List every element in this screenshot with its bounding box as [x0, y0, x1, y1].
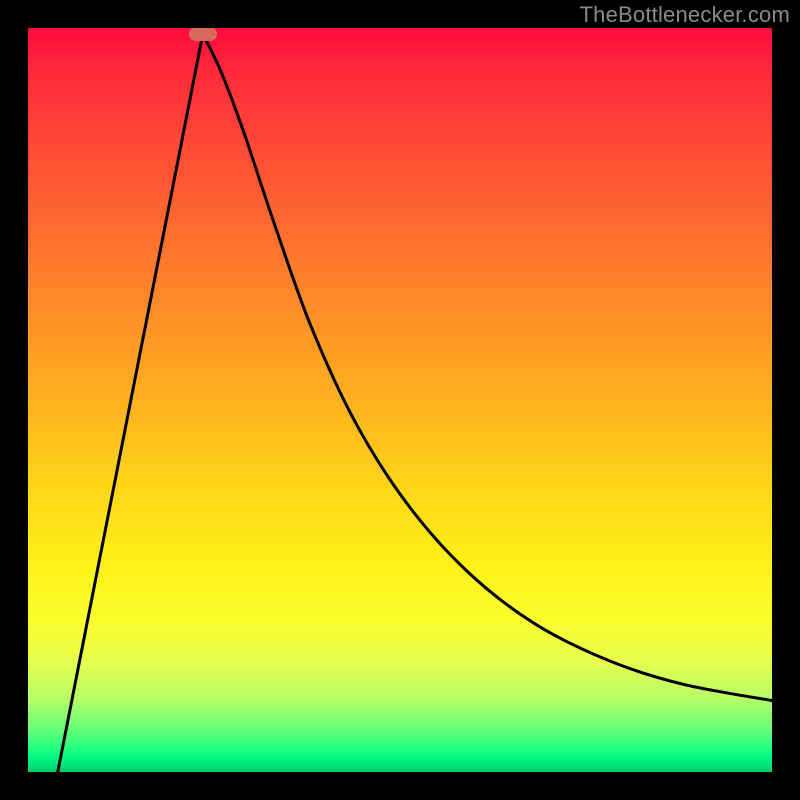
chart-frame: TheBottlenecker.com — [0, 0, 800, 800]
plot-area — [28, 28, 772, 772]
bottleneck-curve — [28, 28, 772, 772]
watermark-text: TheBottlenecker.com — [580, 2, 790, 28]
optimal-point-marker — [189, 28, 217, 41]
curve-path — [58, 34, 772, 772]
